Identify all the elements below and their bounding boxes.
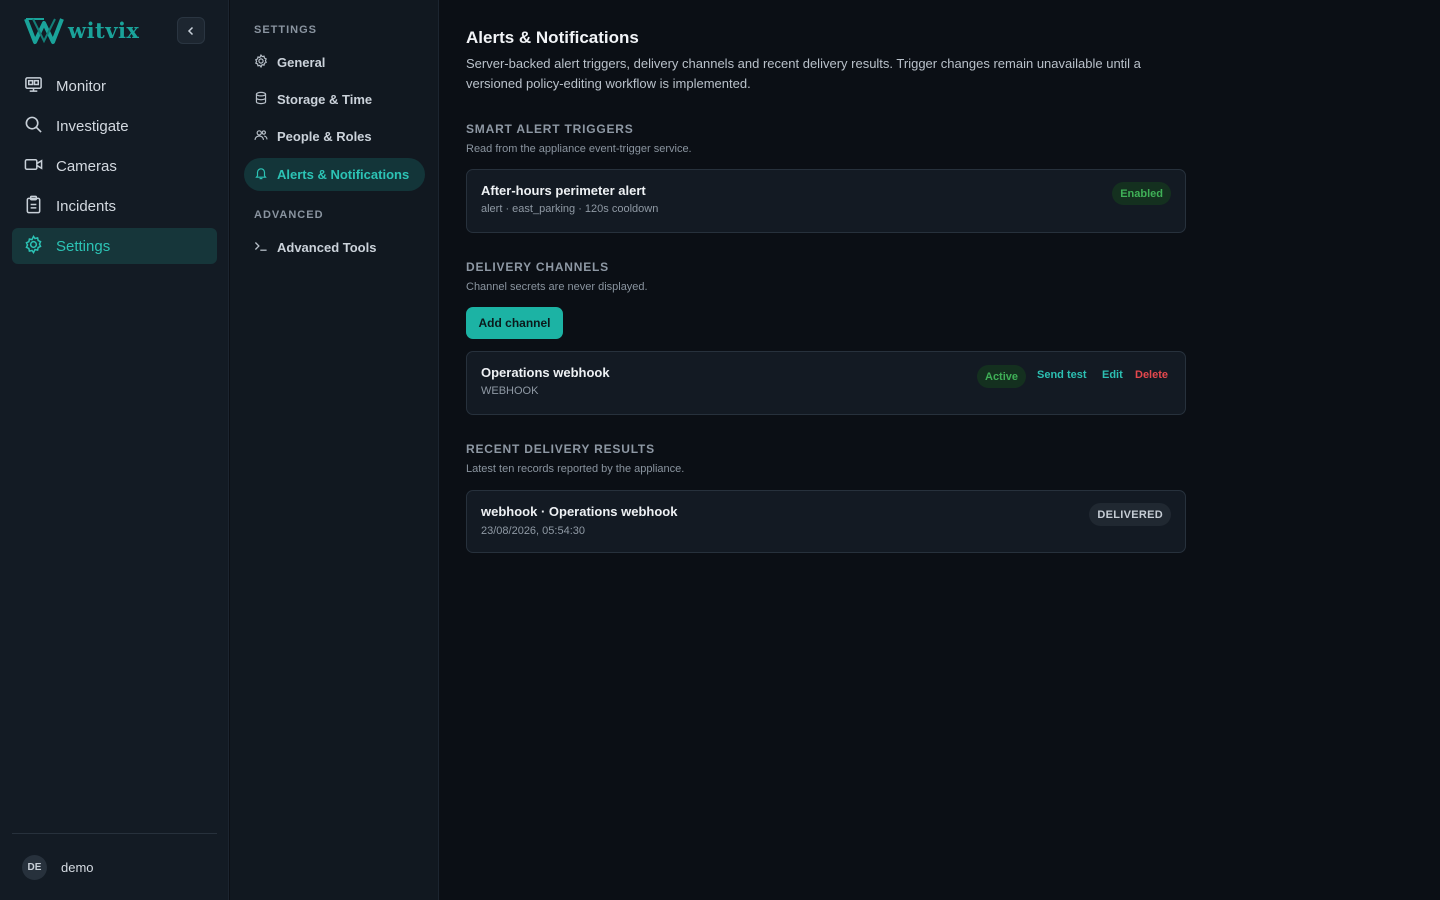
page-description: Server-backed alert triggers, delivery c… xyxy=(466,56,1141,91)
database-icon xyxy=(254,91,268,108)
search-icon xyxy=(24,115,43,138)
channels-heading: DELIVERY CHANNELS xyxy=(466,260,609,274)
users-icon xyxy=(254,128,268,145)
advanced-section-heading: ADVANCED xyxy=(254,209,324,221)
user-menu[interactable]: DE demo xyxy=(12,833,217,900)
gear-icon xyxy=(24,234,43,258)
settings-nav: SETTINGS General Storage & Time People &… xyxy=(230,0,439,900)
collapse-sidebar-button[interactable] xyxy=(177,17,205,44)
triggers-subheading: Read from the appliance event-trigger se… xyxy=(466,143,692,155)
nav-label: Monitor xyxy=(56,77,107,95)
status-badge: DELIVERED xyxy=(1089,503,1171,526)
main-nav: Monitor Investigate Cameras Incidents Se… xyxy=(12,68,217,268)
channels-subheading: Channel secrets are never displayed. xyxy=(466,281,648,293)
settings-item-label: Advanced Tools xyxy=(277,240,377,255)
video-camera-icon xyxy=(24,155,43,178)
terminal-icon xyxy=(254,239,268,256)
nav-item-monitor[interactable]: Monitor xyxy=(12,68,217,104)
nav-label: Cameras xyxy=(56,157,117,175)
delivery-result-time: 23/08/2026, 05:54:30 xyxy=(481,525,585,537)
trigger-meta: alert · east_parking · 120s cooldown xyxy=(481,203,659,215)
edit-channel-button[interactable]: Edit xyxy=(1102,369,1123,381)
trigger-name: After-hours perimeter alert xyxy=(481,183,646,198)
delivery-result-name: webhook · Operations webhook xyxy=(481,504,678,519)
settings-item-alerts-notifications[interactable]: Alerts & Notifications xyxy=(244,158,425,191)
nav-item-settings[interactable]: Settings xyxy=(12,228,217,264)
page-title: Alerts & Notifications xyxy=(466,28,639,47)
triggers-heading: SMART ALERT TRIGGERS xyxy=(466,122,634,136)
channel-card: Operations webhook WEBHOOK Active Send t… xyxy=(466,351,1186,415)
user-name: demo xyxy=(61,859,94,875)
delete-channel-button[interactable]: Delete xyxy=(1135,369,1168,381)
settings-item-label: People & Roles xyxy=(277,129,372,144)
add-channel-button[interactable]: Add channel xyxy=(466,307,563,339)
nav-item-incidents[interactable]: Incidents xyxy=(12,188,217,224)
send-test-button[interactable]: Send test xyxy=(1037,369,1087,381)
nav-item-investigate[interactable]: Investigate xyxy=(12,108,217,144)
primary-sidebar: witvix Monitor Investigate Cameras Incid… xyxy=(0,0,229,900)
settings-item-storage-time[interactable]: Storage & Time xyxy=(244,83,425,116)
brand-logo[interactable]: witvix xyxy=(24,15,139,45)
channel-type: WEBHOOK xyxy=(481,385,539,397)
gear-icon xyxy=(254,53,268,71)
avatar: DE xyxy=(22,854,47,880)
clipboard-icon xyxy=(24,195,43,218)
results-heading: RECENT DELIVERY RESULTS xyxy=(466,442,655,456)
chevron-left-icon xyxy=(186,23,196,39)
nav-label: Incidents xyxy=(56,197,117,215)
witvix-logo-icon xyxy=(24,15,64,45)
settings-section-heading: SETTINGS xyxy=(254,24,318,36)
delivery-result-card: webhook · Operations webhook 23/08/2026,… xyxy=(466,490,1186,553)
settings-item-label: Alerts & Notifications xyxy=(277,167,410,182)
trigger-card: After-hours perimeter alert alert · east… xyxy=(466,169,1186,233)
settings-item-label: General xyxy=(277,55,326,70)
brand-name: witvix xyxy=(68,17,140,43)
nav-label: Settings xyxy=(56,237,111,255)
bell-icon xyxy=(254,166,268,183)
nav-item-cameras[interactable]: Cameras xyxy=(12,148,217,184)
settings-item-advanced-tools[interactable]: Advanced Tools xyxy=(244,231,425,264)
settings-item-label: Storage & Time xyxy=(277,92,373,107)
results-subheading: Latest ten records reported by the appli… xyxy=(466,463,685,475)
channel-name: Operations webhook xyxy=(481,365,610,380)
settings-item-people-roles[interactable]: People & Roles xyxy=(244,120,425,153)
status-badge: Enabled xyxy=(1112,182,1171,205)
settings-item-general[interactable]: General xyxy=(244,46,425,79)
monitor-icon xyxy=(24,75,43,98)
nav-label: Investigate xyxy=(56,117,129,135)
status-badge: Active xyxy=(977,365,1027,388)
